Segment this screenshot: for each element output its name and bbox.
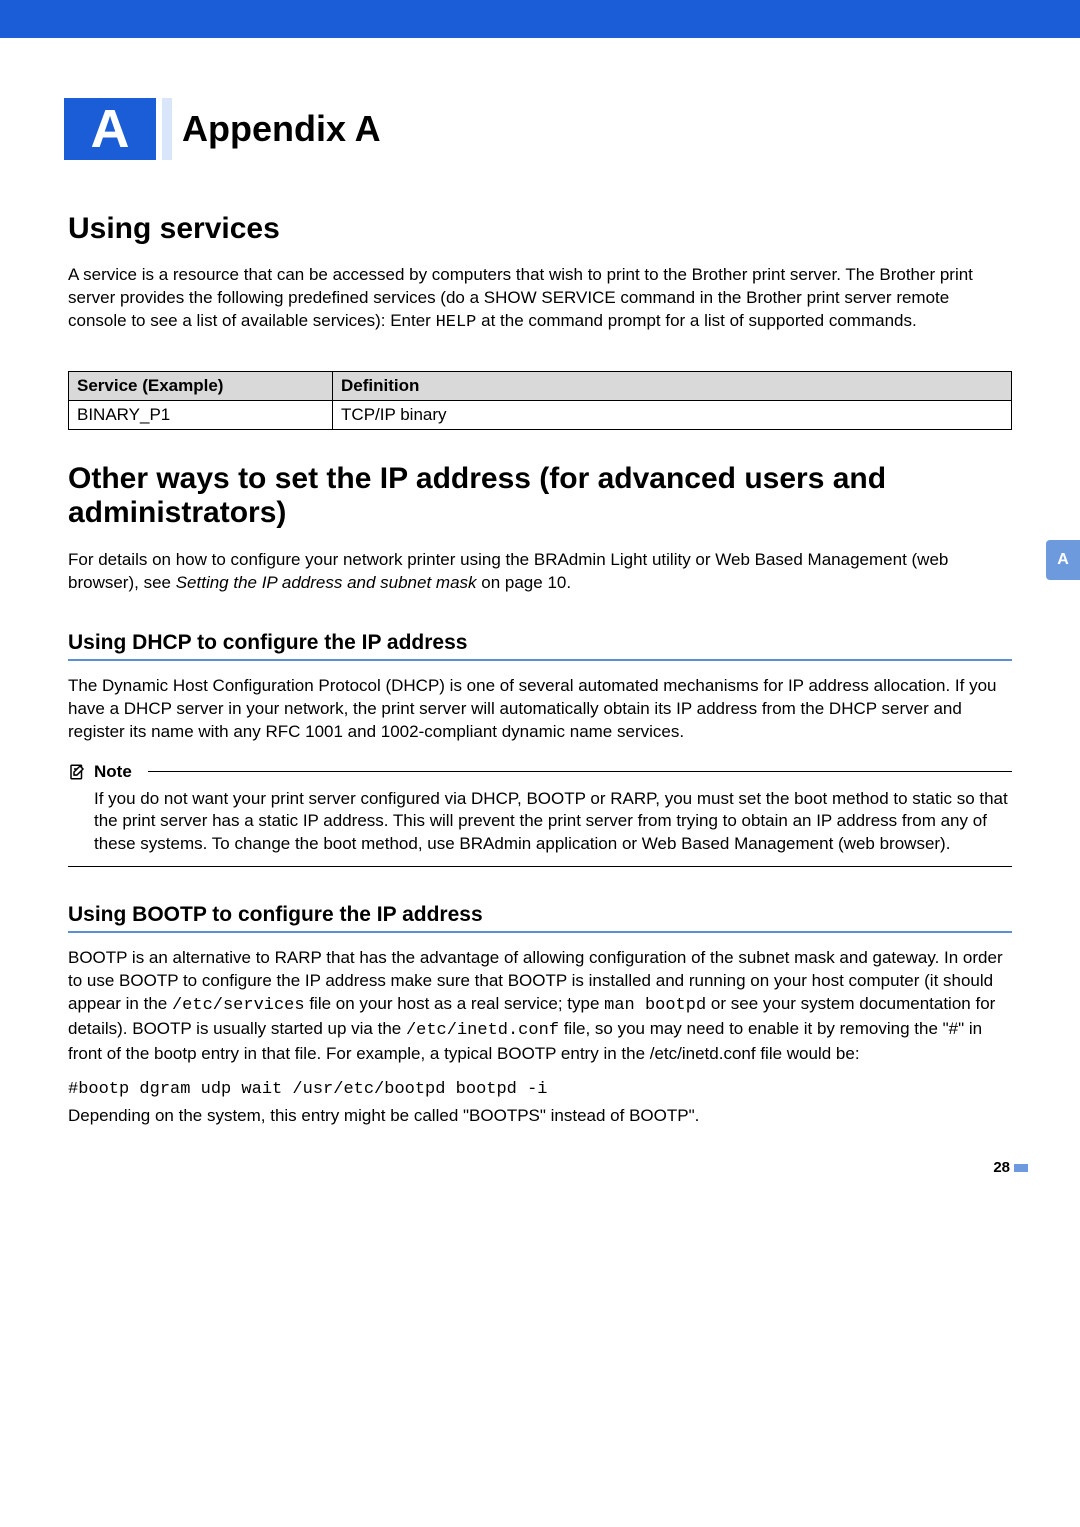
note-top-rule bbox=[148, 771, 1012, 772]
chapter-accent-bar bbox=[162, 98, 172, 160]
italic-reference: Setting the IP address and subnet mask bbox=[176, 573, 477, 592]
section-heading-using-services: Using services bbox=[68, 212, 1012, 246]
inline-code-man-bootpd: man bootpd bbox=[604, 996, 706, 1015]
inline-code-etc-services: /etc/services bbox=[172, 996, 305, 1015]
bootp-code-line: #bootp dgram udp wait /usr/etc/bootpd bo… bbox=[68, 1080, 1012, 1099]
top-banner bbox=[0, 0, 1080, 38]
table-header-service: Service (Example) bbox=[69, 371, 333, 400]
side-tab-appendix[interactable]: A bbox=[1046, 540, 1080, 580]
chapter-title: Appendix A bbox=[172, 98, 381, 160]
text-fragment: on page 10. bbox=[477, 573, 572, 592]
inline-code-help: HELP bbox=[436, 313, 477, 332]
table-cell-service: BINARY_P1 bbox=[69, 400, 333, 429]
page-number-tick bbox=[1014, 1164, 1028, 1172]
inline-code-inetd-conf: /etc/inetd.conf bbox=[406, 1021, 559, 1040]
bootp-paragraph-1: BOOTP is an alternative to RARP that has… bbox=[68, 947, 1012, 1066]
services-table: Service (Example) Definition BINARY_P1 T… bbox=[68, 371, 1012, 430]
chapter-header: A Appendix A bbox=[64, 98, 1012, 160]
using-services-paragraph: A service is a resource that can be acce… bbox=[68, 264, 1012, 335]
bootp-paragraph-2: Depending on the system, this entry migh… bbox=[68, 1105, 1012, 1128]
table-row: BINARY_P1 TCP/IP binary bbox=[69, 400, 1012, 429]
note-bottom-rule bbox=[68, 866, 1012, 867]
table-header-row: Service (Example) Definition bbox=[69, 371, 1012, 400]
dhcp-paragraph: The Dynamic Host Configuration Protocol … bbox=[68, 675, 1012, 744]
text-fragment: at the command prompt for a list of supp… bbox=[476, 311, 916, 330]
other-ways-paragraph: For details on how to configure your net… bbox=[68, 549, 1012, 595]
table-cell-definition: TCP/IP binary bbox=[333, 400, 1012, 429]
note-block: Note If you do not want your print serve… bbox=[68, 762, 1012, 868]
page-number: 28 bbox=[993, 1159, 1010, 1176]
note-label: Note bbox=[94, 762, 132, 782]
note-body: If you do not want your print server con… bbox=[68, 782, 1012, 867]
subheading-bootp: Using BOOTP to configure the IP address bbox=[68, 903, 1012, 933]
notepad-icon bbox=[68, 763, 86, 781]
table-header-definition: Definition bbox=[333, 371, 1012, 400]
page-content: A Appendix A Using services A service is… bbox=[0, 38, 1080, 1202]
subheading-dhcp: Using DHCP to configure the IP address bbox=[68, 631, 1012, 661]
chapter-letter-box: A bbox=[64, 98, 156, 160]
section-heading-other-ways: Other ways to set the IP address (for ad… bbox=[68, 462, 1012, 531]
text-fragment: file on your host as a real service; typ… bbox=[305, 994, 605, 1013]
